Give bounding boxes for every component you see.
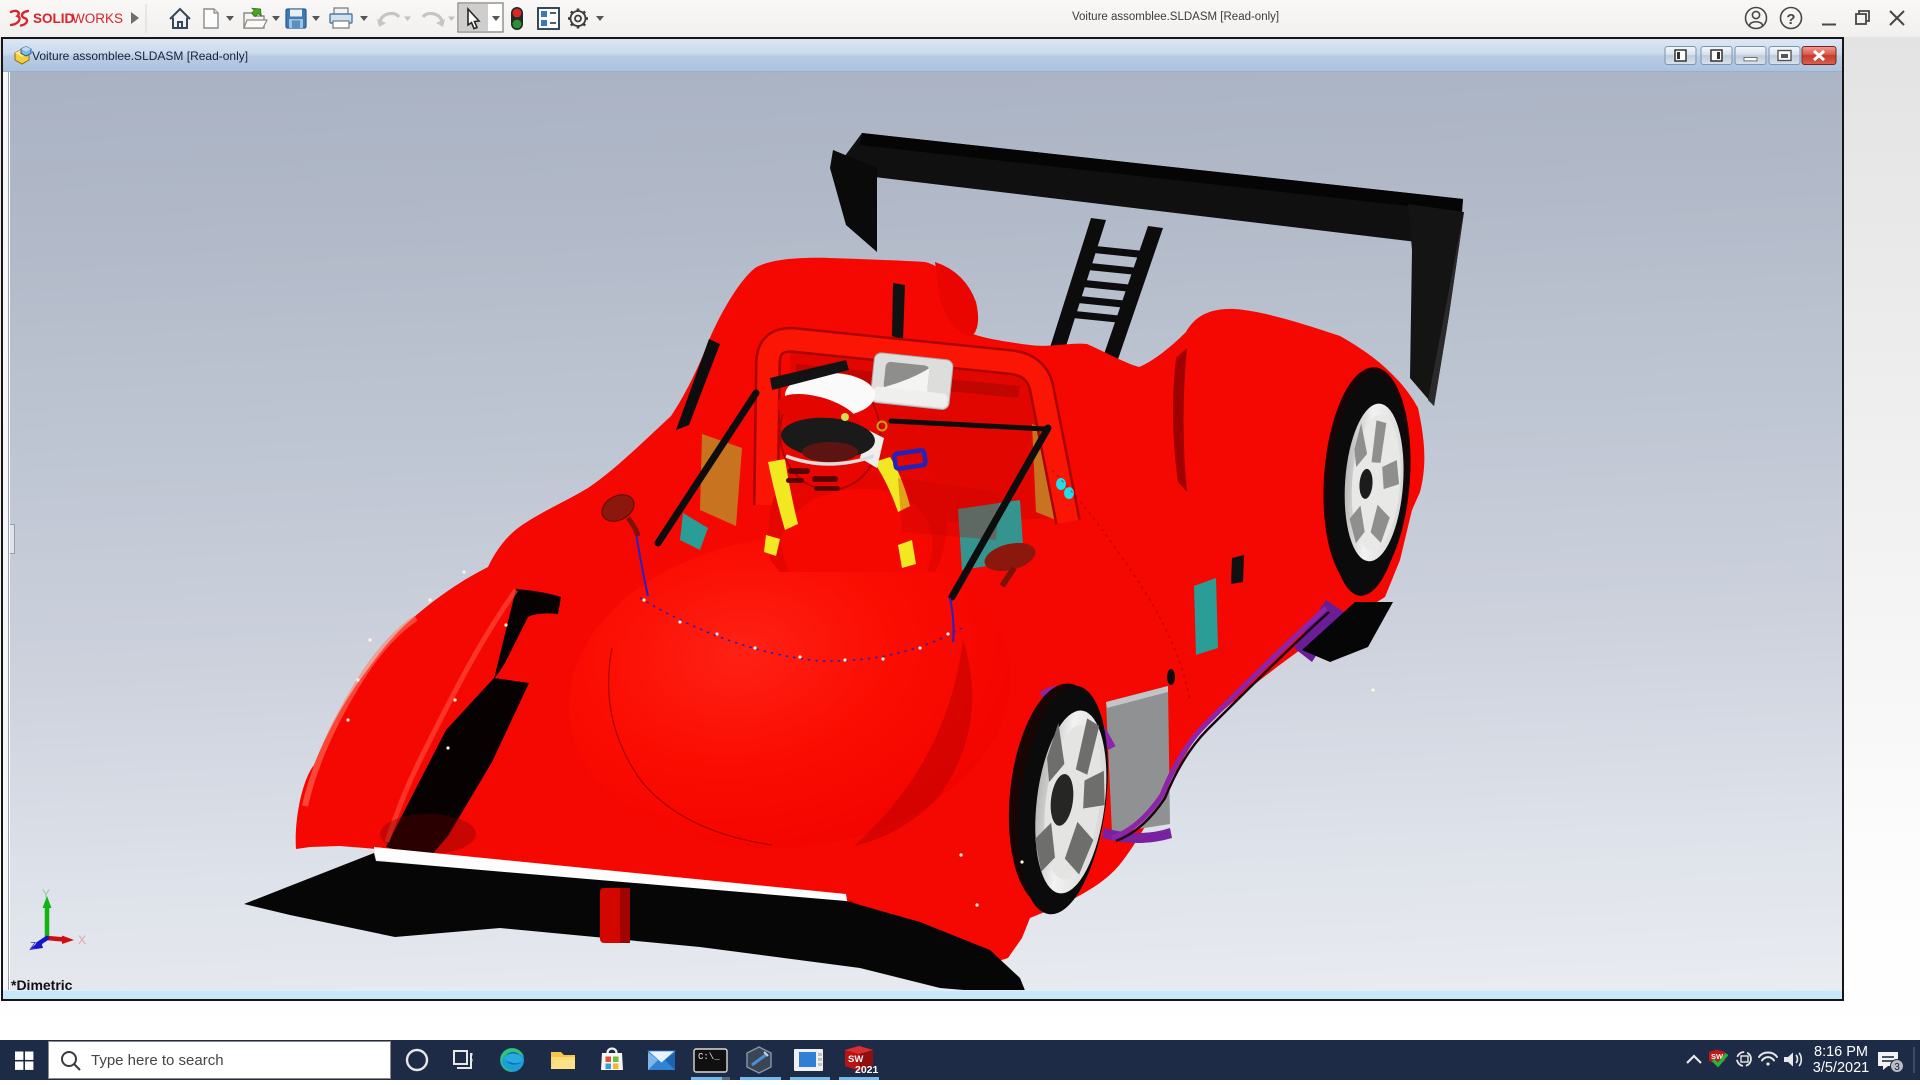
svg-text:Y: Y — [42, 887, 50, 901]
svg-text:X: X — [78, 933, 86, 947]
svg-text:2021: 2021 — [855, 1064, 879, 1076]
svg-text:*Dimetric: *Dimetric — [11, 977, 73, 990]
svg-text:SOLID: SOLID — [33, 11, 75, 26]
svg-text:Z: Z — [30, 941, 36, 952]
svg-text:C:\_: C:\_ — [698, 1052, 720, 1062]
svg-text:3: 3 — [1894, 1062, 1900, 1073]
svg-text:WORKS: WORKS — [72, 11, 123, 26]
svg-text:?: ? — [1786, 11, 1795, 28]
svg-text:Voiture assomblee.SLDASM [Read: Voiture assomblee.SLDASM [Read-only] — [32, 49, 248, 63]
